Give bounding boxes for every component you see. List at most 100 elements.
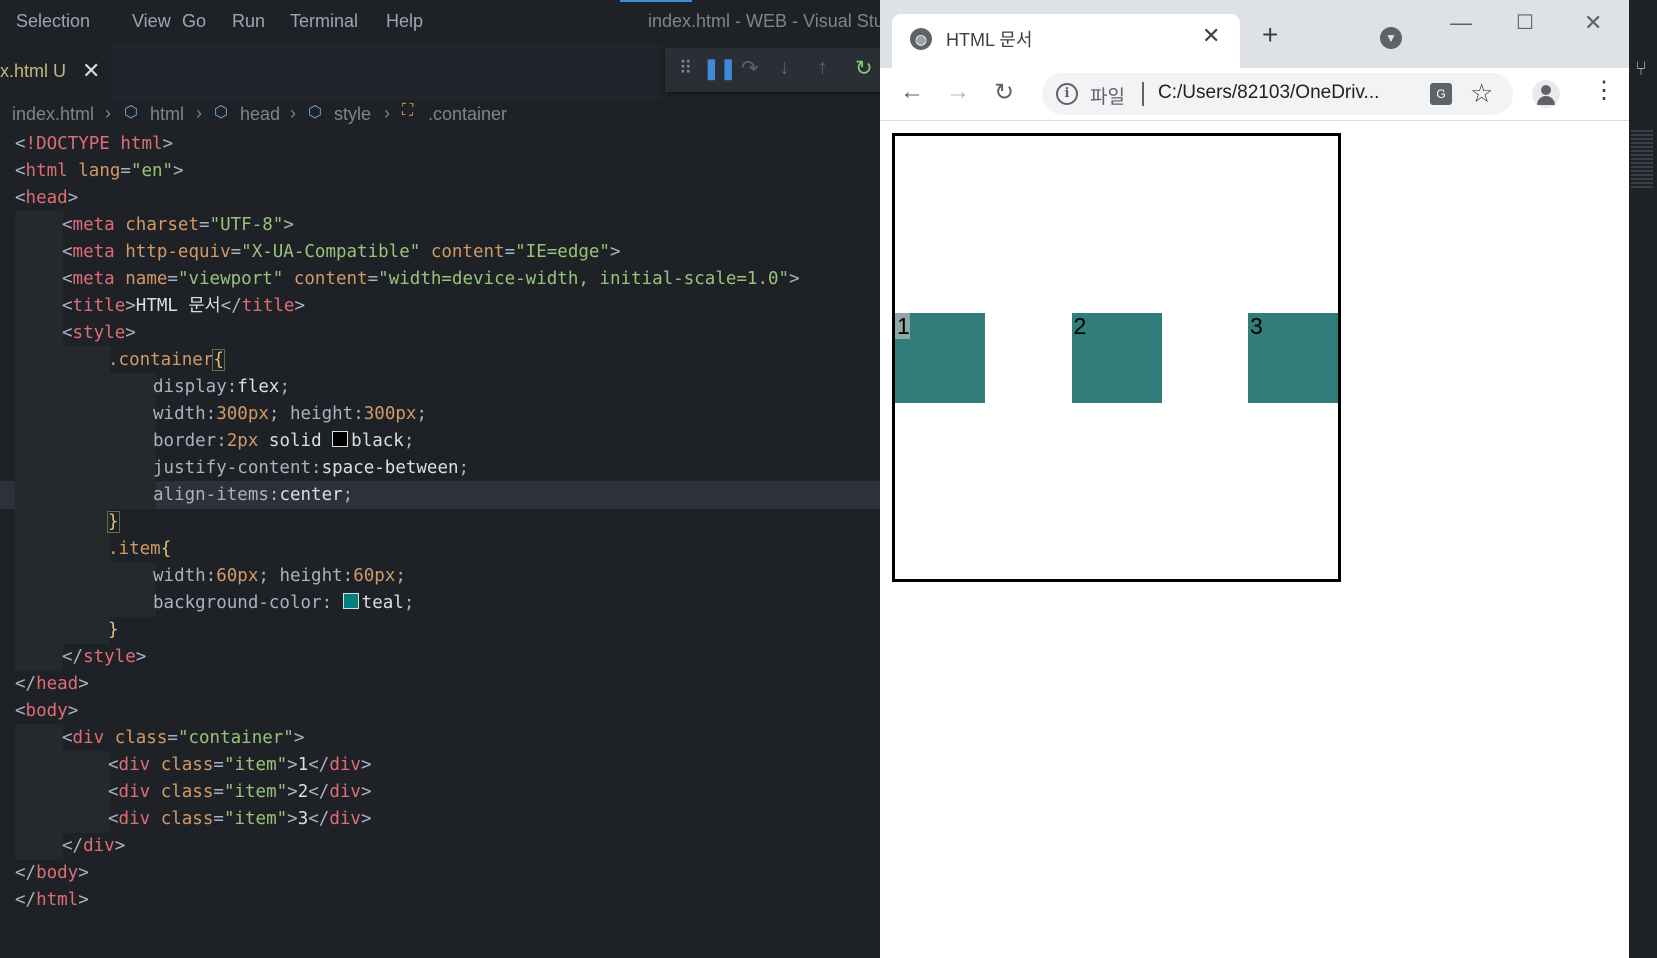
code-line: </head>: [15, 674, 89, 694]
reload-icon[interactable]: ↻: [994, 78, 1014, 107]
minimize-icon[interactable]: —: [1450, 10, 1472, 36]
address-bar[interactable]: i 파일 C:/Users/82103/OneDriv... G ☆: [1042, 73, 1513, 115]
code-token: 300px: [363, 404, 417, 424]
back-icon[interactable]: ←: [900, 78, 924, 106]
chevron-right-icon: ›: [196, 103, 202, 123]
breadcrumb-style[interactable]: style: [334, 104, 371, 125]
code-line: </html>: [15, 890, 89, 910]
code-token: justify-content:: [153, 458, 322, 478]
code-line: <div class="item">2</div>: [0, 778, 880, 806]
selector-icon: ⛶: [402, 102, 414, 119]
close-icon[interactable]: ✕: [1202, 23, 1220, 49]
menu-selection[interactable]: Selection: [16, 11, 90, 32]
code-token: "en": [130, 161, 174, 181]
drag-handle-icon[interactable]: ⠿: [679, 58, 692, 79]
code-token: lang: [78, 161, 121, 181]
forward-icon[interactable]: →: [946, 78, 970, 106]
menu-go[interactable]: Go: [182, 11, 206, 32]
tab-search-icon[interactable]: ▼: [1380, 27, 1402, 49]
code-token: 60px: [216, 566, 259, 586]
chevron-right-icon: ›: [384, 103, 390, 123]
code-line: <div class="container">: [0, 724, 880, 752]
code-line: </style>: [0, 643, 880, 671]
breadcrumb-html[interactable]: html: [150, 104, 184, 125]
code-token: charset: [125, 215, 200, 235]
item-label: 3: [1250, 312, 1263, 339]
bookmark-star-icon[interactable]: ☆: [1470, 78, 1493, 109]
code-token: "container": [177, 728, 294, 748]
menu-view[interactable]: View: [132, 11, 171, 32]
code-line: <!DOCTYPE html>: [15, 134, 174, 154]
code-token: center: [279, 485, 343, 505]
debug-toolbar: ⠿ ❚❚ ↷ ↓ ↑ ↻: [665, 48, 880, 92]
code-token: 300px: [216, 404, 269, 424]
browser-tab[interactable]: ◍ HTML 문서 ✕: [892, 14, 1240, 68]
code-line: <meta charset="UTF-8">: [0, 211, 880, 239]
item-label: 2: [1073, 312, 1087, 339]
browser-tab-title: HTML 문서: [946, 30, 1033, 50]
flex-item-3: 3: [1248, 312, 1338, 403]
code-token: 1: [297, 755, 309, 775]
code-line: <style>: [0, 319, 880, 347]
menu-terminal[interactable]: Terminal: [290, 11, 358, 32]
color-swatch-black[interactable]: [332, 431, 349, 447]
code-token: teal: [361, 593, 404, 613]
vscode-right-strip: ⑂: [1629, 0, 1657, 958]
info-icon[interactable]: i: [1056, 83, 1078, 105]
menu-bar: Selection View Go Run Terminal Help inde…: [0, 0, 880, 44]
more-menu-icon[interactable]: ⋮: [1592, 76, 1616, 105]
breadcrumb-head[interactable]: head: [240, 104, 280, 125]
code-line: </body>: [15, 863, 89, 883]
code-line: width:300px; height:300px;: [0, 400, 880, 428]
restart-icon[interactable]: ↻: [855, 56, 873, 81]
element-icon: ⬡: [214, 104, 228, 121]
code-token: 60px: [353, 566, 396, 586]
step-out-icon[interactable]: ↑: [817, 56, 828, 80]
code-line: <meta name="viewport" content="width=dev…: [0, 265, 880, 293]
source-control-icon[interactable]: ⑂: [1635, 58, 1647, 81]
step-into-icon[interactable]: ↓: [779, 56, 790, 80]
close-icon[interactable]: ✕: [1584, 10, 1602, 36]
chrome-tab-strip: ◍ HTML 문서 ✕ + ▼ — ☐ ✕: [880, 0, 1629, 68]
code-line: <head>: [15, 188, 79, 208]
item-label: 1: [895, 312, 910, 339]
code-token: height:: [289, 404, 364, 424]
code-token: .item: [108, 539, 161, 559]
account-icon[interactable]: [1532, 80, 1560, 108]
code-line: justify-content:space-between;: [0, 454, 880, 482]
code-token: 2: [297, 782, 309, 802]
divider: [1142, 82, 1144, 106]
code-editor[interactable]: <!DOCTYPE html> <html lang="en"> <head> …: [0, 130, 880, 958]
code-token: "X-UA-Compatible": [241, 242, 421, 262]
url-text[interactable]: C:/Users/82103/OneDriv...: [1158, 82, 1379, 104]
breadcrumb: index.html › ⬡ html › ⬡ head › ⬡ style ›…: [0, 100, 880, 130]
code-token: height:: [279, 566, 354, 586]
code-line: <title>HTML 문서</title>: [0, 292, 880, 320]
code-line: display:flex;: [0, 373, 880, 401]
code-line: <div class="item">1</div>: [0, 751, 880, 779]
chevron-right-icon: ›: [105, 103, 111, 123]
color-swatch-teal[interactable]: [342, 593, 359, 609]
globe-icon: ◍: [910, 28, 932, 50]
menu-help[interactable]: Help: [386, 11, 423, 32]
code-token: 2px: [226, 431, 259, 451]
code-line-current: align-items:center;: [0, 481, 880, 509]
translate-icon[interactable]: G: [1430, 83, 1452, 105]
code-line: width:60px; height:60px;: [0, 562, 880, 590]
breadcrumb-container[interactable]: .container: [428, 104, 507, 125]
code-line: .container{: [0, 346, 880, 374]
new-tab-button[interactable]: +: [1262, 21, 1278, 49]
menu-run[interactable]: Run: [232, 11, 265, 32]
element-icon: ⬡: [124, 104, 138, 121]
breadcrumb-file[interactable]: index.html: [12, 104, 94, 125]
code-token: solid: [268, 431, 322, 451]
code-line: <html lang="en">: [15, 161, 184, 181]
editor-tab-index-html[interactable]: x.html U ✕: [0, 44, 112, 100]
minimap[interactable]: [1631, 130, 1653, 190]
code-token: class: [114, 728, 168, 748]
step-over-icon[interactable]: ↷: [741, 56, 759, 81]
pause-icon[interactable]: ❚❚: [703, 56, 737, 81]
close-icon[interactable]: ✕: [82, 58, 100, 84]
maximize-icon[interactable]: ☐: [1516, 10, 1534, 35]
code-token: content: [293, 269, 368, 289]
